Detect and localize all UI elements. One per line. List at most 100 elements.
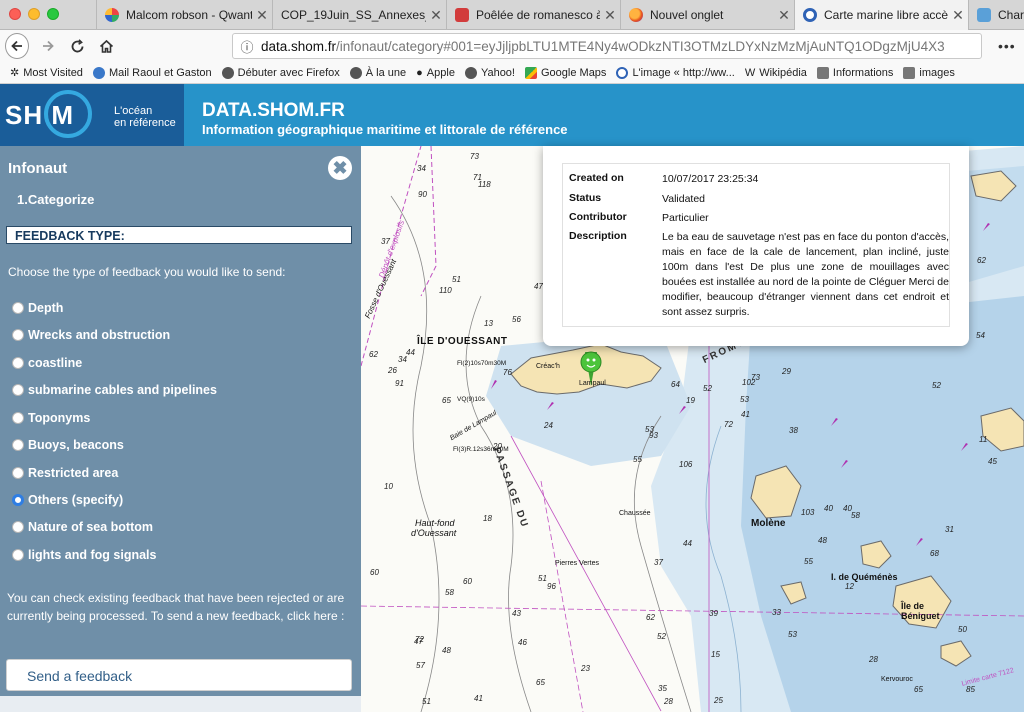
radio-button[interactable]	[12, 412, 24, 424]
choose-instructions: Choose the type of feedback you would li…	[8, 265, 286, 279]
url-text[interactable]: data.shom.fr/infonaut/category#001=eyJjl…	[261, 39, 945, 54]
window-close-button[interactable]	[9, 8, 21, 20]
depth-sounding: 51	[538, 574, 547, 583]
radio-label: Nature of sea bottom	[28, 520, 154, 534]
send-feedback-button[interactable]: Send a feedback	[6, 659, 352, 691]
radio-cables[interactable]: submarine cables and pipelines	[12, 382, 217, 398]
depth-sounding: 54	[976, 331, 985, 340]
tab-carte-marine[interactable]: Carte marine libre accès ✕	[794, 0, 968, 30]
site-title[interactable]: DATA.SHOM.FR	[202, 100, 345, 122]
depth-sounding: 47	[534, 282, 543, 291]
site-info-icon[interactable]: ⓘ	[233, 37, 261, 56]
home-button[interactable]	[94, 34, 118, 58]
depth-sounding: 73	[751, 373, 760, 382]
depth-sounding: 91	[395, 379, 404, 388]
depth-sounding: 40	[843, 504, 852, 513]
radio-button[interactable]	[12, 302, 24, 314]
back-button[interactable]	[5, 33, 29, 59]
depth-sounding: 64	[671, 380, 680, 389]
bookmark-firefox[interactable]: Débuter avec Firefox	[221, 66, 340, 79]
radio-label: coastline	[28, 356, 83, 370]
label-haut-fond-line2: d'Ouessant	[411, 528, 457, 538]
bookmark-wikipedia[interactable]: W Wikipédia	[745, 67, 807, 79]
page-actions-icon[interactable]: •••	[998, 38, 1016, 54]
depth-sounding: 73	[470, 152, 479, 161]
radio-label: Wrecks and obstruction	[28, 328, 171, 342]
label-beniguet: Île de	[901, 601, 925, 611]
depth-sounding: 40	[824, 504, 833, 513]
radio-button[interactable]	[12, 384, 24, 396]
tab-close-icon[interactable]: ✕	[426, 7, 446, 24]
bookmark-images[interactable]: images	[903, 66, 955, 79]
depth-sounding: 45	[988, 457, 997, 466]
window-zoom-button[interactable]	[47, 8, 59, 20]
tab-close-icon[interactable]: ✕	[252, 7, 272, 24]
window-minimize-button[interactable]	[28, 8, 40, 20]
radio-sea-bottom[interactable]: Nature of sea bottom	[12, 519, 153, 535]
radio-button[interactable]	[12, 439, 24, 451]
step-title: 1.Categorize	[17, 192, 95, 207]
feedback-details-table: Created on 10/07/2017 23:25:34 Status Va…	[562, 163, 950, 327]
radio-wrecks[interactable]: Wrecks and obstruction	[12, 327, 170, 343]
depth-sounding: 71	[473, 173, 482, 182]
light-characteristic-label: VQ(9)10s	[457, 396, 485, 403]
depth-sounding: 51	[422, 697, 431, 706]
logo-tag-line2: en référence	[114, 117, 176, 129]
radio-buoys[interactable]: Buoys, beacons	[12, 437, 124, 453]
depth-sounding: 31	[945, 525, 954, 534]
radio-others[interactable]: Others (specify)	[12, 492, 123, 508]
radio-button[interactable]	[12, 357, 24, 369]
radio-lights[interactable]: lights and fog signals	[12, 547, 156, 563]
tab-close-icon[interactable]: ✕	[774, 7, 794, 24]
depth-sounding: 50	[958, 625, 967, 634]
depth-sounding: 65	[914, 685, 923, 694]
label-ile-ouessant: ÎLE D'OUESSANT	[417, 336, 508, 347]
tab-chart[interactable]: Chart	[968, 0, 1024, 30]
depth-sounding: 33	[772, 608, 781, 617]
bookmark-label: Most Visited	[23, 66, 83, 79]
bookmark-most-visited[interactable]: ✲ Most Visited	[10, 66, 83, 80]
forward-button[interactable]	[36, 34, 60, 58]
close-panel-icon[interactable]: ✖	[328, 156, 352, 180]
gear-icon: ✲	[10, 67, 20, 79]
tab-close-icon[interactable]: ✕	[600, 7, 620, 24]
radio-restricted[interactable]: Restricted area	[12, 465, 118, 481]
mail-icon	[92, 66, 105, 79]
address-bar[interactable]: ⓘ data.shom.fr/infonaut/category#001=eyJ…	[232, 33, 982, 59]
shom-logo[interactable]: SH M L'océan en référence	[0, 84, 184, 146]
bookmark-google-maps[interactable]: Google Maps	[525, 66, 606, 79]
radio-button[interactable]	[12, 329, 24, 341]
depth-sounding: 65	[536, 678, 545, 687]
bookmark-a-la-une[interactable]: À la une	[349, 66, 406, 79]
bookmark-mail[interactable]: Mail Raoul et Gaston	[92, 66, 212, 79]
site-header: SH M L'océan en référence DATA.SHOM.FR In…	[0, 84, 1024, 146]
bookmark-label: images	[919, 66, 955, 79]
bookmark-image[interactable]: L'image « http://ww...	[616, 66, 735, 79]
bookmark-label: Yahoo!	[480, 66, 515, 79]
tab-cop-annexes[interactable]: COP_19Juin_SS_Annexes_We ✕	[272, 0, 446, 30]
label-quemenes: I. de Quéménès	[831, 572, 898, 582]
radio-toponyms[interactable]: Toponyms	[12, 410, 90, 426]
feedback-info-popup[interactable]: Created on 10/07/2017 23:25:34 Status Va…	[543, 146, 969, 346]
shom-icon	[616, 66, 629, 79]
radio-coastline[interactable]: coastline	[12, 355, 82, 371]
navigation-bar: ⓘ data.shom.fr/infonaut/category#001=eyJ…	[0, 30, 1024, 62]
bookmark-yahoo[interactable]: Yahoo!	[464, 66, 515, 79]
reload-button[interactable]	[65, 34, 89, 58]
bookmark-informations[interactable]: Informations	[816, 66, 893, 79]
radio-depth[interactable]: Depth	[12, 300, 63, 316]
depth-sounding: 48	[442, 646, 451, 655]
tab-qwant[interactable]: Malcom robson - Qwant ✕	[96, 0, 272, 30]
tab-new[interactable]: Nouvel onglet ✕	[620, 0, 794, 30]
depth-sounding: 57	[416, 661, 425, 670]
bookmark-apple[interactable]: ● Apple	[416, 67, 455, 79]
radio-button[interactable]	[12, 549, 24, 561]
depth-sounding: 39	[709, 609, 718, 618]
depth-sounding: 12	[845, 582, 854, 591]
radio-button[interactable]	[12, 521, 24, 533]
radio-button[interactable]	[12, 467, 24, 479]
depth-sounding: 24	[544, 421, 553, 430]
radio-button-selected[interactable]	[12, 494, 24, 506]
tab-close-icon[interactable]: ✕	[948, 7, 968, 24]
tab-romanesco[interactable]: Poêlée de romanesco à l ✕	[446, 0, 620, 30]
